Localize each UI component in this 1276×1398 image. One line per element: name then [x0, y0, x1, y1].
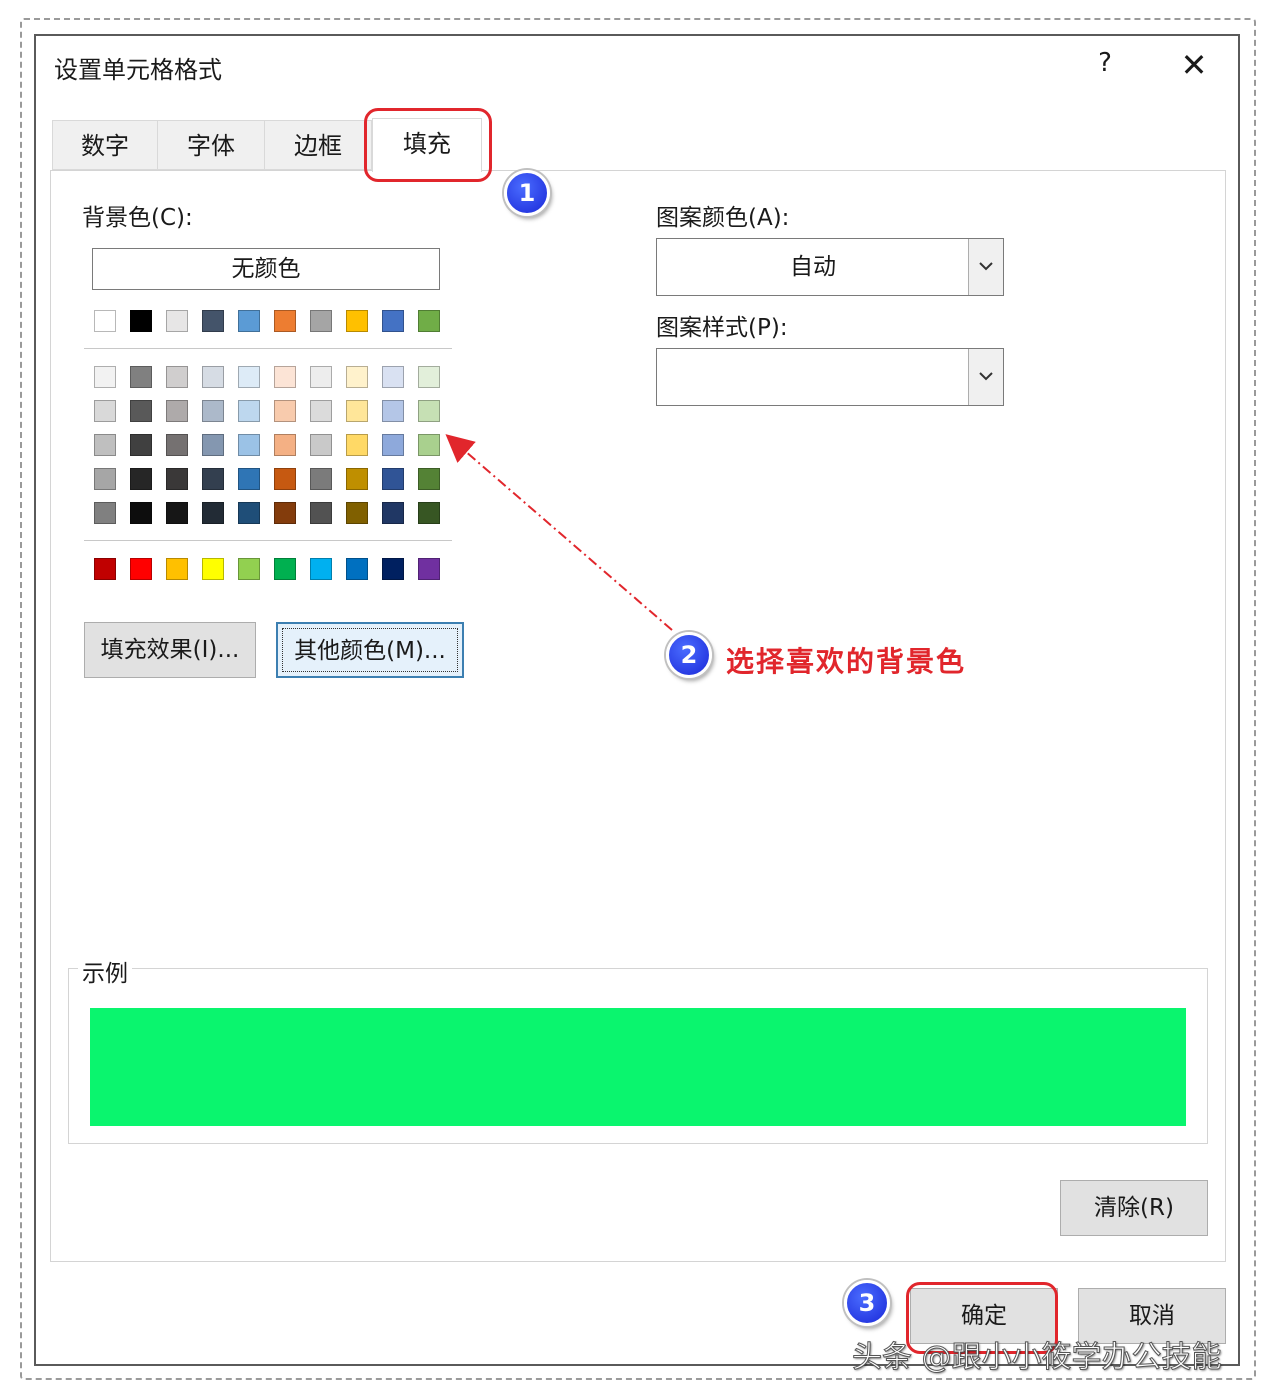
watermark: 头条 @跟小小筱学办公技能 [852, 1340, 1223, 1376]
step-2-badge: 2 [666, 632, 712, 678]
annotation-arrow [445, 434, 673, 631]
step-1-badge: 1 [504, 170, 550, 216]
step-3-badge: 3 [844, 1280, 890, 1326]
step-2-annotation: 选择喜欢的背景色 [726, 645, 967, 678]
